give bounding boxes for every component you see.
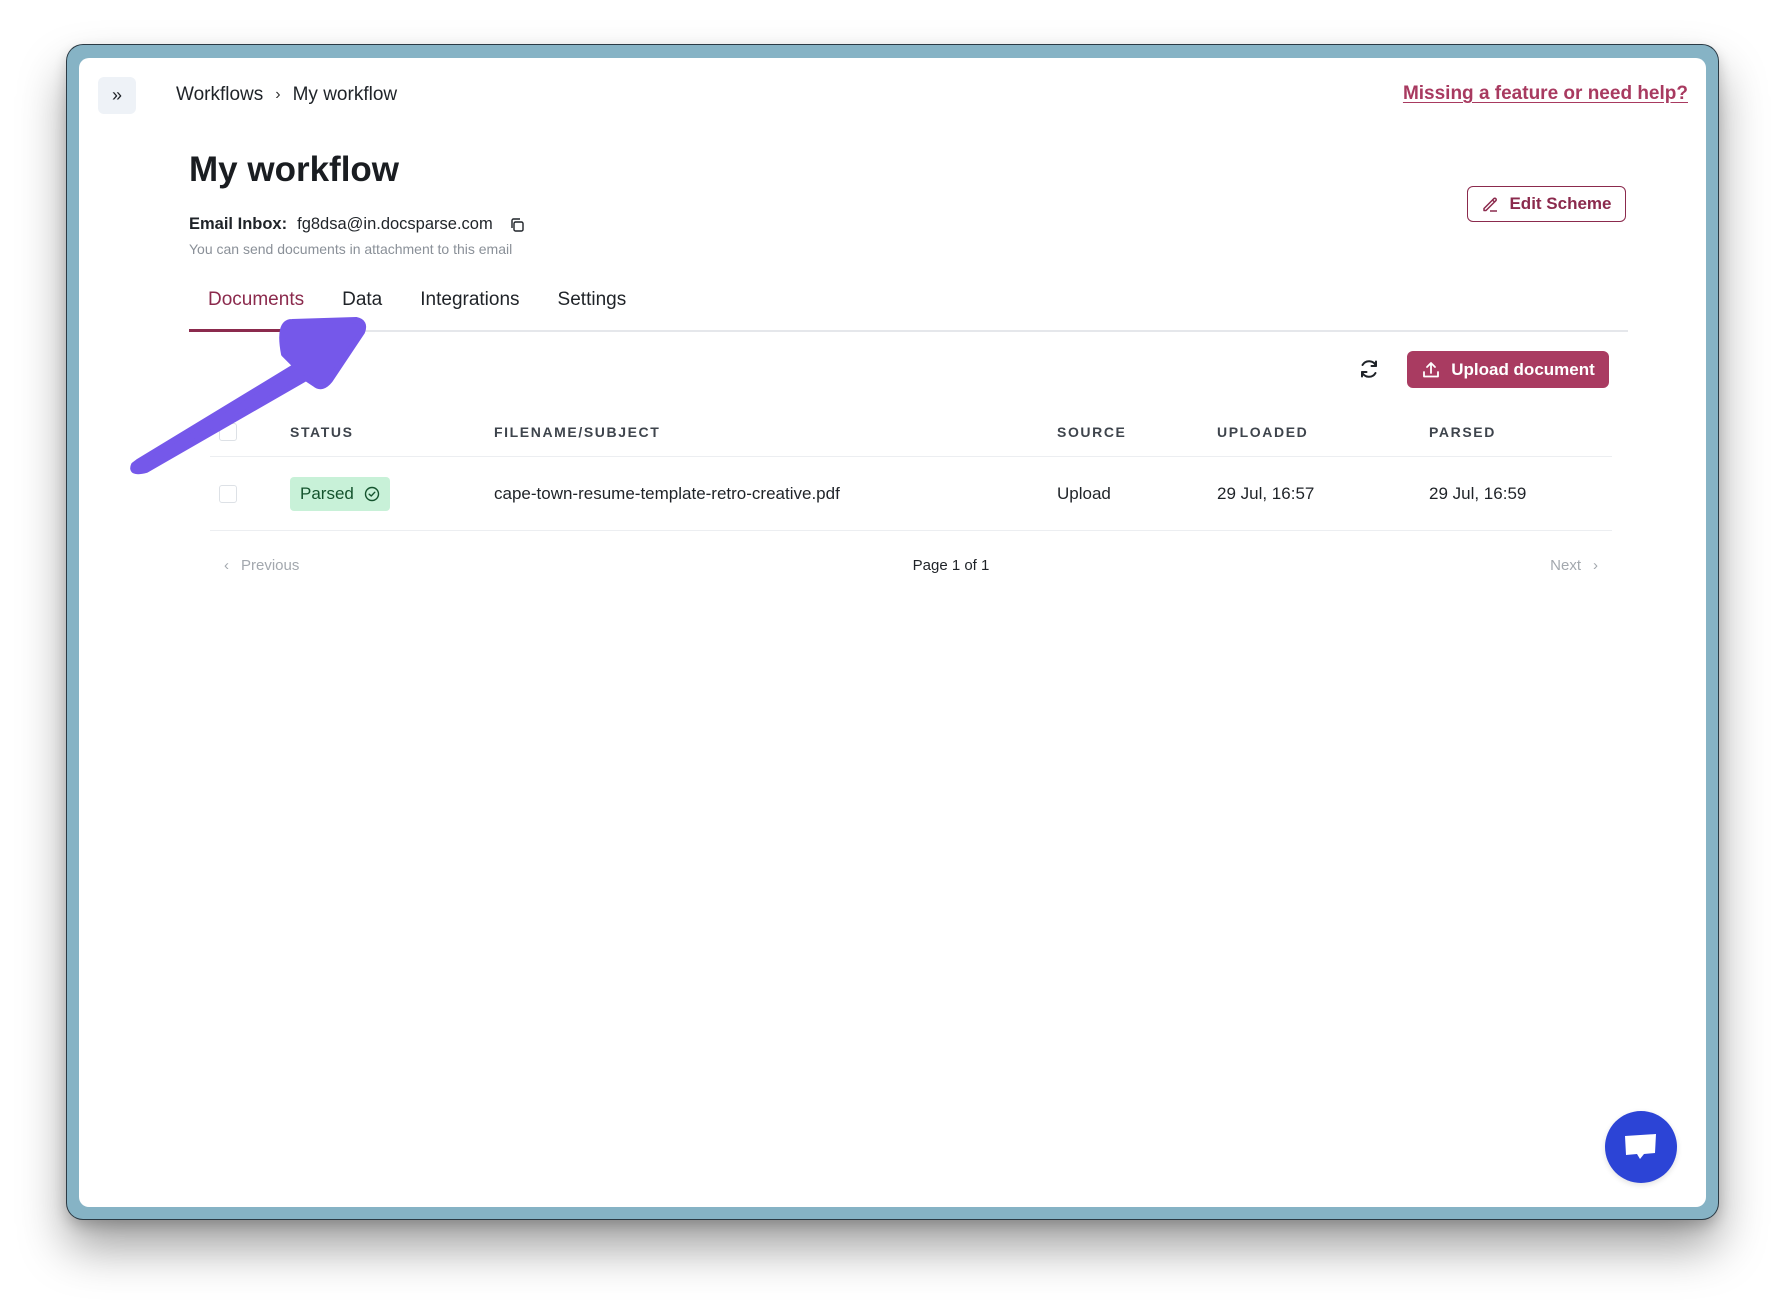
previous-label: Previous — [241, 557, 300, 574]
uploaded-cell: 29 Jul, 16:57 — [1217, 483, 1315, 503]
check-circle-icon — [364, 486, 380, 501]
email-inbox: Email Inbox: fg8dsa@in.docsparse.com — [189, 215, 525, 234]
chat-widget-button[interactable] — [1605, 1111, 1677, 1183]
next-label: Next — [1550, 557, 1581, 574]
edit-scheme-label: Edit Scheme — [1509, 194, 1612, 213]
source-cell: Upload — [1057, 483, 1111, 503]
parsed-cell: 29 Jul, 16:59 — [1429, 483, 1527, 503]
column-header-parsed[interactable]: PARSED — [1429, 424, 1496, 440]
column-header-uploaded[interactable]: UPLOADED — [1217, 424, 1308, 440]
row-checkbox[interactable] — [219, 484, 237, 503]
status-badge: Parsed — [290, 476, 390, 511]
upload-icon — [1423, 361, 1440, 377]
status-cell: Parsed — [290, 476, 390, 511]
app-window: » Workflows › My workflow Missing a feat… — [79, 58, 1706, 1207]
tab-settings[interactable]: Settings — [539, 284, 646, 330]
tab-integrations[interactable]: Integrations — [401, 284, 538, 330]
tab-data[interactable]: Data — [323, 284, 401, 330]
upload-document-label: Upload document — [1451, 359, 1595, 379]
upload-document-button[interactable]: Upload document — [1407, 351, 1609, 388]
documents-table: STATUS FILENAME/SUBJECT SOURCE UPLOADED … — [210, 408, 1612, 531]
column-header-source[interactable]: SOURCE — [1057, 424, 1127, 440]
chevron-right-icon: › — [275, 86, 281, 103]
breadcrumb-workflows[interactable]: Workflows — [176, 84, 263, 106]
chevron-left-icon: ‹ — [224, 557, 229, 574]
email-hint: You can send documents in attachment to … — [189, 241, 513, 257]
pencil-icon — [1483, 197, 1498, 212]
previous-page-button[interactable]: ‹ Previous — [224, 557, 299, 574]
email-inbox-label: Email Inbox: — [189, 215, 288, 233]
table-row[interactable]: Parsed cape-town-resume-template-retro-c… — [210, 457, 1612, 531]
double-chevron-right-icon: » — [111, 85, 122, 105]
copy-icon[interactable] — [509, 217, 525, 233]
page-title: My workflow — [189, 150, 400, 189]
chat-bubble-icon — [1625, 1134, 1656, 1159]
breadcrumb: Workflows › My workflow — [176, 84, 397, 106]
select-all-checkbox[interactable] — [219, 423, 237, 441]
email-inbox-address: fg8dsa@in.docsparse.com — [297, 215, 493, 233]
window-frame: » Workflows › My workflow Missing a feat… — [67, 45, 1718, 1219]
page-info: Page 1 of 1 — [912, 557, 990, 574]
next-page-button[interactable]: Next › — [1550, 557, 1598, 574]
help-link[interactable]: Missing a feature or need help? — [1403, 83, 1688, 105]
chevron-right-icon: › — [1593, 557, 1598, 574]
filename-cell[interactable]: cape-town-resume-template-retro-creative… — [494, 484, 840, 504]
sidebar-toggle-button[interactable]: » — [98, 77, 136, 114]
refresh-icon[interactable] — [1357, 357, 1381, 381]
column-header-filename[interactable]: FILENAME/SUBJECT — [494, 424, 660, 440]
status-badge-label: Parsed — [300, 483, 354, 503]
tab-documents[interactable]: Documents — [189, 284, 324, 332]
breadcrumb-current: My workflow — [292, 84, 398, 105]
pagination: ‹ Previous Page 1 of 1 Next › — [210, 551, 1612, 581]
column-header-status[interactable]: STATUS — [290, 424, 354, 440]
edit-scheme-button[interactable]: Edit Scheme — [1467, 186, 1626, 222]
table-header-row: STATUS FILENAME/SUBJECT SOURCE UPLOADED … — [210, 408, 1612, 457]
tab-bar: Documents Data Integrations Settings — [189, 284, 1628, 332]
